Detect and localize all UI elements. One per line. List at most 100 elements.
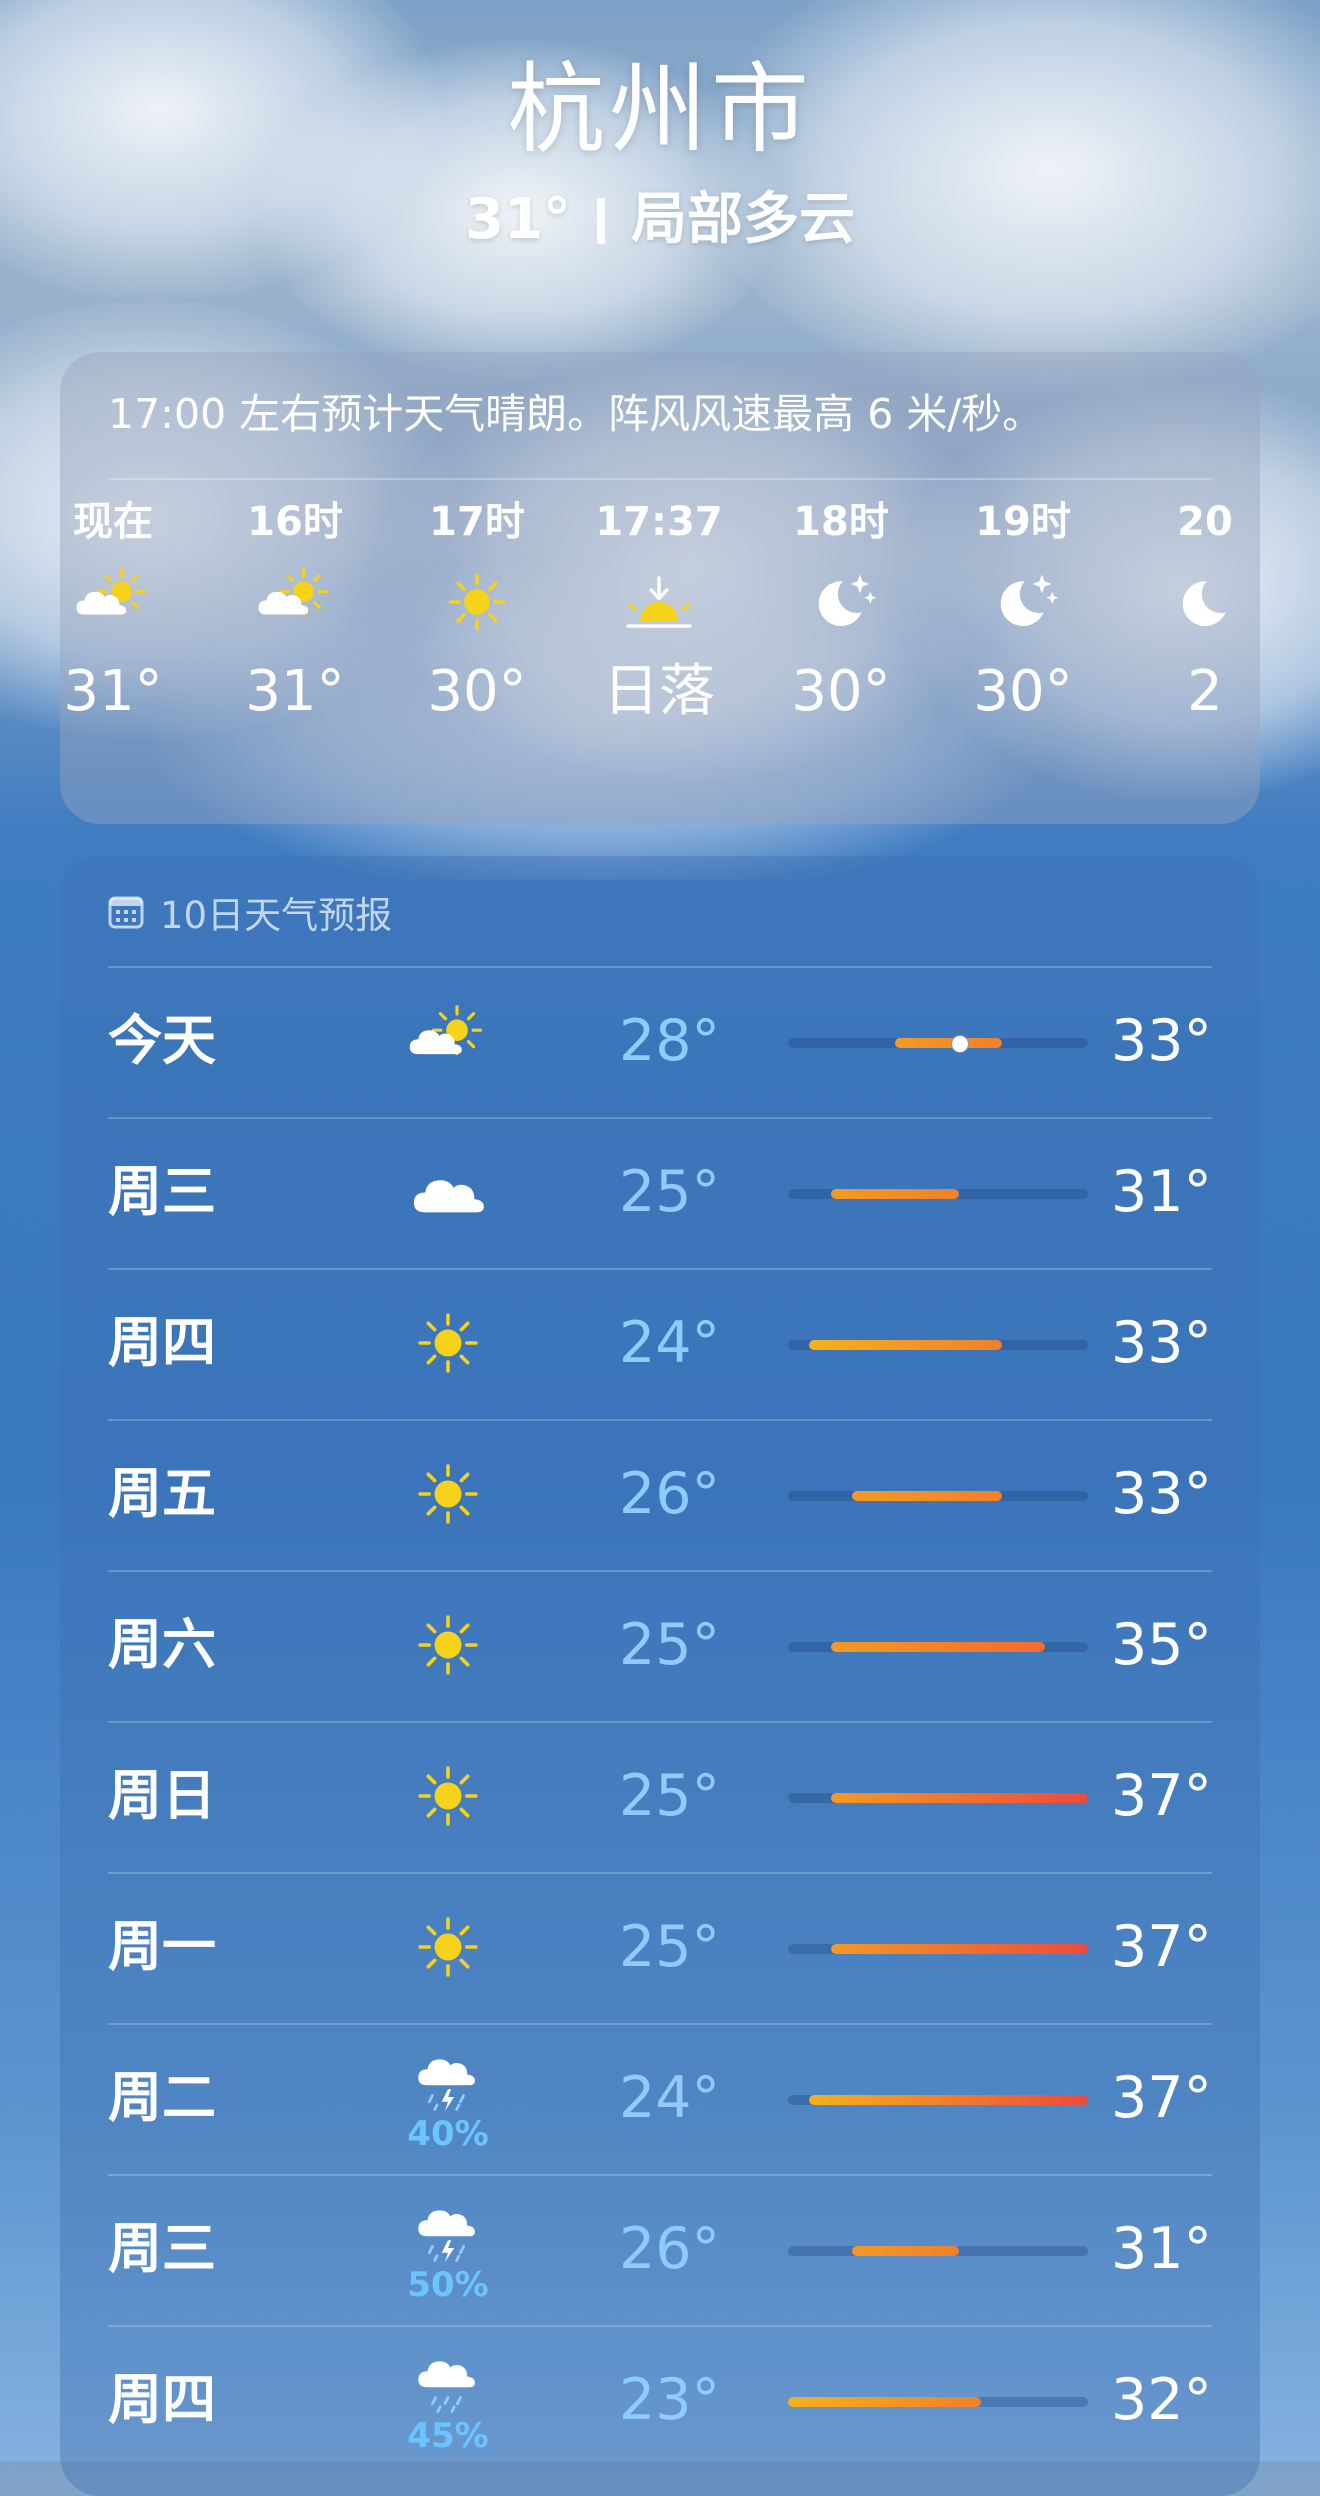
- day-name: 今天: [108, 1009, 216, 1072]
- row-divider: [108, 1117, 1212, 1119]
- temp-range-bar: [788, 2095, 1088, 2105]
- hour-value: 30°: [791, 659, 891, 724]
- temp-range-bar: [788, 1491, 1088, 1501]
- day-row[interactable]: 周四 24° 33°: [108, 1268, 1212, 1418]
- temp-range-fill: [852, 2246, 960, 2256]
- hour-value: 30°: [973, 659, 1073, 724]
- day-row[interactable]: 周三 25° 31°: [108, 1117, 1212, 1267]
- hour-time: 现在: [73, 499, 153, 545]
- row-divider: [108, 1721, 1212, 1723]
- day-icon: [393, 1137, 503, 1247]
- day-name: 周一: [108, 1915, 216, 1978]
- current-summary: 31° 局部多云: [0, 180, 1320, 260]
- row-divider: [108, 1268, 1212, 1270]
- hour-icon: [392, 552, 562, 652]
- hourly-item: 17时 30°: [392, 492, 562, 732]
- temp-range-bar: [788, 1793, 1088, 1803]
- temp-range-bar: [788, 1642, 1088, 1652]
- day-icon: [393, 986, 503, 1096]
- hour-value: 2: [1187, 659, 1223, 724]
- hour-icon: [756, 552, 926, 652]
- ten-day-forecast-card[interactable]: 10日天气预报 今天 28° 33° 周三 25° 31° 周四 24° 33°…: [60, 856, 1260, 2496]
- day-icon: 40%: [393, 2043, 503, 2153]
- low-temp: 24°: [618, 2065, 720, 2131]
- hourly-item: 现在 31°: [60, 492, 198, 732]
- separator: [596, 198, 605, 244]
- forecast-description: 17:00 左右预计天气晴朗。阵风风速最高 6 米/秒。: [108, 390, 1044, 438]
- day-name: 周三: [108, 2217, 216, 2280]
- sun-icon: [418, 1766, 478, 1826]
- temp-range-bar: [788, 2397, 1088, 2407]
- day-icon: [393, 1590, 503, 1700]
- temp-range-fill: [895, 1038, 1003, 1048]
- hour-time: 18时: [793, 499, 889, 545]
- low-temp: 28°: [618, 1008, 720, 1074]
- thunderstorm-icon: [418, 2059, 475, 2112]
- row-divider: [108, 1570, 1212, 1572]
- row-divider: [108, 2174, 1212, 2176]
- day-row[interactable]: 周六 25° 35°: [108, 1570, 1212, 1720]
- high-temp: 33°: [1110, 1008, 1212, 1074]
- low-temp: 24°: [618, 1310, 720, 1376]
- hour-time: 17时: [429, 499, 525, 545]
- hour-value: 31°: [63, 659, 163, 724]
- moon-stars-icon: [1000, 574, 1059, 627]
- high-temp: 35°: [1110, 1612, 1212, 1678]
- thunderstorm-icon: [418, 2210, 475, 2263]
- temp-range-fill: [830, 1642, 1046, 1652]
- day-row[interactable]: 今天 28° 33°: [108, 966, 1212, 1116]
- day-icon: [393, 1741, 503, 1851]
- high-temp: 31°: [1110, 1159, 1212, 1225]
- partly-sunny-icon: [76, 567, 146, 616]
- precip-chance: 40%: [407, 2114, 489, 2154]
- day-name: 周六: [108, 1613, 216, 1676]
- moon-stars-icon: [818, 574, 877, 627]
- row-divider: [108, 1872, 1212, 1874]
- day-row[interactable]: 周二 40% 24° 37°: [108, 2023, 1212, 2173]
- day-icon: 45%: [393, 2345, 503, 2455]
- day-icon: 50%: [393, 2194, 503, 2304]
- day-row[interactable]: 周三 50% 26° 31°: [108, 2174, 1212, 2324]
- hour-value: 日落: [603, 659, 715, 724]
- hourly-forecast-card[interactable]: 17:00 左右预计天气晴朗。阵风风速最高 6 米/秒。 现在 31° 16时 3…: [60, 352, 1260, 824]
- low-temp: 25°: [618, 1159, 720, 1225]
- hourly-item: 17:37 日落: [574, 492, 744, 732]
- day-name: 周四: [108, 2368, 216, 2431]
- sun-icon: [418, 1615, 478, 1675]
- day-row[interactable]: 周五 26° 33°: [108, 1419, 1212, 1569]
- day-row[interactable]: 周日 25° 37°: [108, 1721, 1212, 1871]
- low-temp: 25°: [618, 1612, 720, 1678]
- sun-icon: [418, 1313, 478, 1373]
- sun-icon: [418, 1464, 478, 1524]
- day-row[interactable]: 周四 45% 23° 32°: [108, 2325, 1212, 2475]
- row-divider: [108, 966, 1212, 968]
- day-icon: [393, 1439, 503, 1549]
- day-name: 周四: [108, 1311, 216, 1374]
- hour-time: 16时: [247, 499, 343, 545]
- high-temp: 37°: [1110, 1763, 1212, 1829]
- low-temp: 26°: [618, 1461, 720, 1527]
- temp-range-bar: [788, 1944, 1088, 1954]
- row-divider: [108, 2023, 1212, 2025]
- sun-icon: [418, 1917, 478, 1977]
- sunset-icon: [626, 576, 692, 628]
- low-temp: 25°: [618, 1763, 720, 1829]
- high-temp: 32°: [1110, 2367, 1212, 2433]
- day-row[interactable]: 周一 25° 37°: [108, 1872, 1212, 2022]
- temp-range-fill: [788, 2397, 981, 2407]
- hour-time: 20: [1177, 499, 1233, 545]
- high-temp: 31°: [1110, 2216, 1212, 2282]
- low-temp: 23°: [618, 2367, 720, 2433]
- high-temp: 37°: [1110, 1914, 1212, 1980]
- hourly-item: 20 2: [1120, 492, 1260, 732]
- partly-sunny-icon: [258, 567, 328, 616]
- low-temp: 26°: [618, 2216, 720, 2282]
- hour-icon: [210, 552, 380, 652]
- temp-range-bar: [788, 2246, 1088, 2256]
- row-divider: [108, 1419, 1212, 1421]
- precip-chance: 50%: [407, 2265, 489, 2305]
- ten-day-title: 10日天气预报: [160, 894, 393, 937]
- hour-icon: [60, 552, 198, 652]
- partly-sunny-icon: [409, 1005, 482, 1056]
- temp-range-bar: [788, 1189, 1088, 1199]
